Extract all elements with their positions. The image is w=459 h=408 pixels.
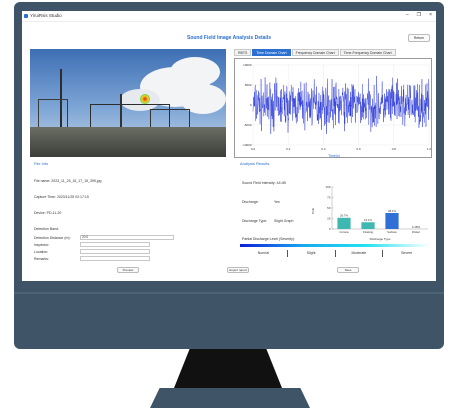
title-bar: YiruiRsis Studio – ❐ × bbox=[22, 11, 436, 22]
discharge-type-value: Slight Graph bbox=[274, 219, 294, 223]
maximize-button[interactable]: ❐ bbox=[417, 12, 421, 18]
app-icon bbox=[24, 14, 28, 18]
tab-frequency-domain[interactable]: Frequency Domain Chart bbox=[291, 49, 339, 56]
detection-distance-label: Detection Distance (m): bbox=[34, 236, 71, 240]
bar-data-label: 16.1% bbox=[364, 218, 372, 222]
bar-y-tick: 50 bbox=[327, 206, 331, 210]
bar-x-label: Discharge Type bbox=[370, 237, 391, 241]
bar-data-label: 26.7% bbox=[340, 214, 348, 218]
sound-field-intensity-text: Sound Field Intensity: 44 dB bbox=[242, 181, 286, 185]
bar-floating bbox=[361, 222, 375, 229]
device-text: Device: PD-11-20 bbox=[34, 211, 62, 215]
page-title: Sound Field Image Analysis Details bbox=[186, 35, 271, 41]
remarks-input[interactable] bbox=[80, 256, 150, 261]
signal-x-tick: 1.0 bbox=[427, 147, 432, 151]
tab-rbts[interactable]: RBTS bbox=[234, 49, 252, 56]
severity-severe: Severe bbox=[382, 250, 430, 257]
severity-scale: Normal Slight Moderate Severe bbox=[240, 250, 430, 257]
bar-data-label: 0.18% bbox=[412, 225, 420, 229]
inspector-label: Inspector: bbox=[34, 243, 50, 247]
signal-y-tick: 0 bbox=[250, 103, 252, 107]
signal-x-tick: 0.4 bbox=[321, 147, 326, 151]
signal-x-tick: 0.2 bbox=[286, 147, 291, 151]
detection-distance-input[interactable]: 20.0 bbox=[80, 235, 174, 240]
bar-data-label: 38.1% bbox=[388, 209, 396, 213]
discharge-type-label: Discharge Type: bbox=[242, 219, 268, 223]
signal-x-tick: 0.6 bbox=[357, 147, 362, 151]
capture-time-text: Capture Time: 2023/11/25 02:17:15 bbox=[34, 195, 89, 199]
discharge-hotspot-marker bbox=[140, 94, 150, 104]
monitor-screen: YiruiRsis Studio – ❐ × Sound Field Image… bbox=[22, 11, 436, 281]
bar-y-tick: 0 bbox=[329, 227, 331, 231]
sound-field-image bbox=[30, 49, 226, 157]
location-input[interactable] bbox=[80, 249, 150, 254]
signal-chart-svg: 1000050000-5000-10000 0.0 0.2 0.4 0.6 0.8 1.0… bbox=[242, 63, 432, 158]
time-domain-plot: 10000 5000 0 -5000 -10000 0.0 0.2 0.4 0.6 0.8 1.0… bbox=[234, 58, 432, 158]
app-title: YiruiRsis Studio bbox=[30, 13, 62, 18]
close-button[interactable]: × bbox=[429, 12, 432, 18]
bar-category-label: Surface bbox=[387, 230, 397, 234]
monitor-stand-neck bbox=[172, 349, 284, 391]
bar-category-label: Corona bbox=[339, 230, 349, 234]
chart-tabs: RBTS Time Domain Chart Frequency Domain … bbox=[234, 49, 396, 56]
discharge-label: Discharge: bbox=[242, 200, 259, 204]
bar-corona bbox=[337, 217, 351, 229]
remarks-label: Remarks: bbox=[34, 257, 49, 261]
minimize-button[interactable]: – bbox=[406, 12, 409, 18]
location-label: Location: bbox=[34, 250, 49, 254]
signal-x-tick: 0.0 bbox=[251, 147, 256, 151]
signal-y-tick: 5000 bbox=[245, 83, 252, 87]
discharge-value: Yes bbox=[274, 200, 280, 204]
preview-button[interactable]: Preview bbox=[117, 267, 139, 273]
tab-time-domain[interactable]: Time Domain Chart bbox=[252, 49, 291, 56]
export-report-button[interactable]: Export report bbox=[227, 267, 249, 273]
detection-band-text: Detection Band: bbox=[34, 227, 59, 231]
bar-category-label: Floating bbox=[363, 230, 373, 234]
bar-y-tick: 100 bbox=[325, 185, 330, 189]
signal-x-tick: 0.8 bbox=[392, 147, 397, 151]
tab-time-frequency-domain[interactable]: Time-Frequency Domain Chart bbox=[339, 49, 396, 56]
bar-surface bbox=[385, 212, 399, 229]
file-info-heading: File Info bbox=[34, 161, 49, 166]
signal-y-tick: 10000 bbox=[243, 63, 252, 67]
severity-label: Partial Discharge Level (Severity): bbox=[242, 237, 295, 241]
monitor-stand-base bbox=[150, 388, 310, 408]
severity-gradient-bar bbox=[240, 244, 430, 247]
severity-slight: Slight bbox=[286, 250, 335, 257]
file-name-text: File name: 2023_11_25_15_17_15_395.jpg bbox=[34, 179, 102, 183]
return-button[interactable]: Return bbox=[408, 34, 430, 42]
severity-moderate: Moderate bbox=[334, 250, 383, 257]
signal-x-label: Time(s) bbox=[328, 154, 340, 158]
bar-y-tick: 75 bbox=[327, 196, 331, 200]
bar-category-label: Flicker bbox=[412, 230, 420, 234]
analysis-results-heading: Analysis Results bbox=[240, 161, 270, 166]
severity-normal: Normal bbox=[257, 251, 270, 255]
bar-y-tick: 25 bbox=[327, 217, 331, 221]
bar-y-label: Prob bbox=[311, 208, 315, 215]
inspector-input[interactable] bbox=[80, 242, 150, 247]
monitor-chin-divider bbox=[14, 292, 444, 294]
signal-y-tick: -5000 bbox=[244, 123, 252, 127]
discharge-type-bar-chart: 0 25 50 75 100 26.7% Corona 16.1% Floating 38.1% S… bbox=[311, 185, 428, 241]
save-button[interactable]: Save bbox=[337, 267, 359, 273]
